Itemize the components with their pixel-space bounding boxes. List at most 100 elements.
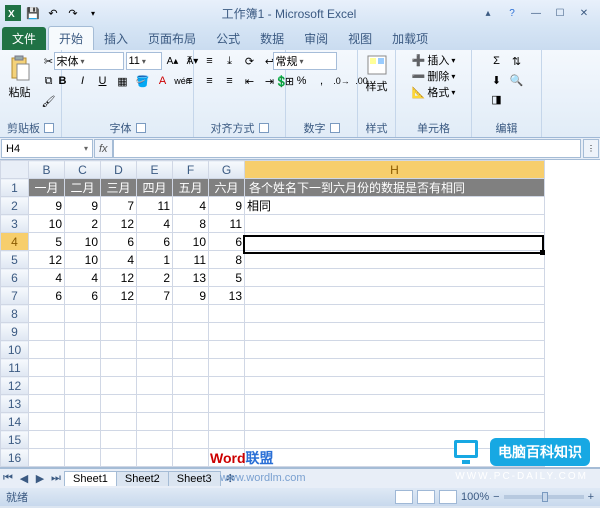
cell-F17[interactable] [173,467,209,469]
cell-H7[interactable] [245,287,545,305]
font-name-combo[interactable]: 宋体▾ [54,52,124,70]
format-cells-button[interactable]: 📐格式▾ [412,84,456,100]
row-header-8[interactable]: 8 [1,305,29,323]
cell-E12[interactable] [137,377,173,395]
cell-E16[interactable] [137,449,173,467]
cell-H12[interactable] [245,377,545,395]
cell-G6[interactable]: 5 [209,269,245,287]
view-layout-icon[interactable] [417,490,435,504]
cell-C13[interactable] [65,395,101,413]
styles-button[interactable]: 样式 [362,52,392,96]
qat-dropdown-icon[interactable]: ▾ [84,4,102,22]
cell-E8[interactable] [137,305,173,323]
cell-D5[interactable]: 4 [101,251,137,269]
cell-E17[interactable] [137,467,173,469]
inc-decimal-icon[interactable]: .0→ [333,72,351,90]
row-header-15[interactable]: 15 [1,431,29,449]
tab-review[interactable]: 审阅 [294,27,338,50]
cell-E4[interactable]: 6 [137,233,173,251]
cell-E6[interactable]: 2 [137,269,173,287]
cell-G14[interactable] [209,413,245,431]
save-icon[interactable]: 💾 [24,4,42,22]
font-launcher[interactable] [136,123,146,133]
zoom-slider[interactable] [504,495,584,499]
view-pagebreak-icon[interactable] [439,490,457,504]
cell-D17[interactable] [101,467,137,469]
formula-expand-icon[interactable]: ⋮ [583,139,599,158]
cell-D16[interactable] [101,449,137,467]
view-normal-icon[interactable] [395,490,413,504]
cell-B10[interactable] [29,341,65,359]
cell-G10[interactable] [209,341,245,359]
cell-H13[interactable] [245,395,545,413]
cell-B3[interactable]: 10 [29,215,65,233]
row-header-17[interactable]: 17 [1,467,29,469]
cell-G1[interactable]: 六月 [209,179,245,197]
cell-H11[interactable] [245,359,545,377]
cell-H14[interactable] [245,413,545,431]
cell-E13[interactable] [137,395,173,413]
ribbon-minimize-icon[interactable]: ▴ [476,5,500,21]
cell-B11[interactable] [29,359,65,377]
cell-C1[interactable]: 二月 [65,179,101,197]
font-size-combo[interactable]: 11▾ [126,52,162,70]
cell-B1[interactable]: 一月 [29,179,65,197]
row-header-9[interactable]: 9 [1,323,29,341]
col-header-D[interactable]: D [101,161,137,179]
row-header-4[interactable]: 4 [1,233,29,251]
help-icon[interactable]: ? [500,5,524,21]
cell-D10[interactable] [101,341,137,359]
fx-icon[interactable]: fx [99,143,108,155]
cell-F4[interactable]: 10 [173,233,209,251]
cell-C9[interactable] [65,323,101,341]
tab-home[interactable]: 开始 [48,26,94,50]
fill-icon[interactable]: ⬇ [488,71,506,89]
col-header-F[interactable]: F [173,161,209,179]
cell-D2[interactable]: 7 [101,197,137,215]
cell-C15[interactable] [65,431,101,449]
cell-G7[interactable]: 13 [209,287,245,305]
cell-G2[interactable]: 9 [209,197,245,215]
row-header-5[interactable]: 5 [1,251,29,269]
cell-B12[interactable] [29,377,65,395]
percent-icon[interactable]: % [293,72,311,90]
cell-E10[interactable] [137,341,173,359]
cell-G4[interactable]: 6 [209,233,245,251]
cell-B9[interactable] [29,323,65,341]
tab-data[interactable]: 数据 [250,27,294,50]
row-header-1[interactable]: 1 [1,179,29,197]
cell-F11[interactable] [173,359,209,377]
redo-icon[interactable]: ↷ [64,4,82,22]
sheet-nav-last-icon[interactable]: ⏭ [48,471,64,487]
fill-color-icon[interactable]: 🪣 [134,72,152,90]
row-header-16[interactable]: 16 [1,449,29,467]
undo-icon[interactable]: ↶ [44,4,62,22]
cell-G11[interactable] [209,359,245,377]
zoom-in-icon[interactable]: + [588,491,594,503]
find-icon[interactable]: 🔍 [508,71,526,89]
row-header-12[interactable]: 12 [1,377,29,395]
cell-E3[interactable]: 4 [137,215,173,233]
cell-D14[interactable] [101,413,137,431]
col-header-C[interactable]: C [65,161,101,179]
cell-C5[interactable]: 10 [65,251,101,269]
cell-C10[interactable] [65,341,101,359]
number-format-combo[interactable]: 常规▾ [273,52,337,70]
cell-B13[interactable] [29,395,65,413]
cell-B5[interactable]: 12 [29,251,65,269]
cell-D12[interactable] [101,377,137,395]
align-left-icon[interactable]: ≡ [181,72,199,90]
cell-F2[interactable]: 4 [173,197,209,215]
cell-C7[interactable]: 6 [65,287,101,305]
minimize-icon[interactable]: — [524,5,548,21]
cell-D15[interactable] [101,431,137,449]
cell-G12[interactable] [209,377,245,395]
cell-E5[interactable]: 1 [137,251,173,269]
autosum-icon[interactable]: Σ [488,52,506,70]
cell-D11[interactable] [101,359,137,377]
cell-D9[interactable] [101,323,137,341]
delete-cells-button[interactable]: ➖删除▾ [412,68,456,84]
cell-D8[interactable] [101,305,137,323]
cell-B2[interactable]: 9 [29,197,65,215]
cell-F14[interactable] [173,413,209,431]
